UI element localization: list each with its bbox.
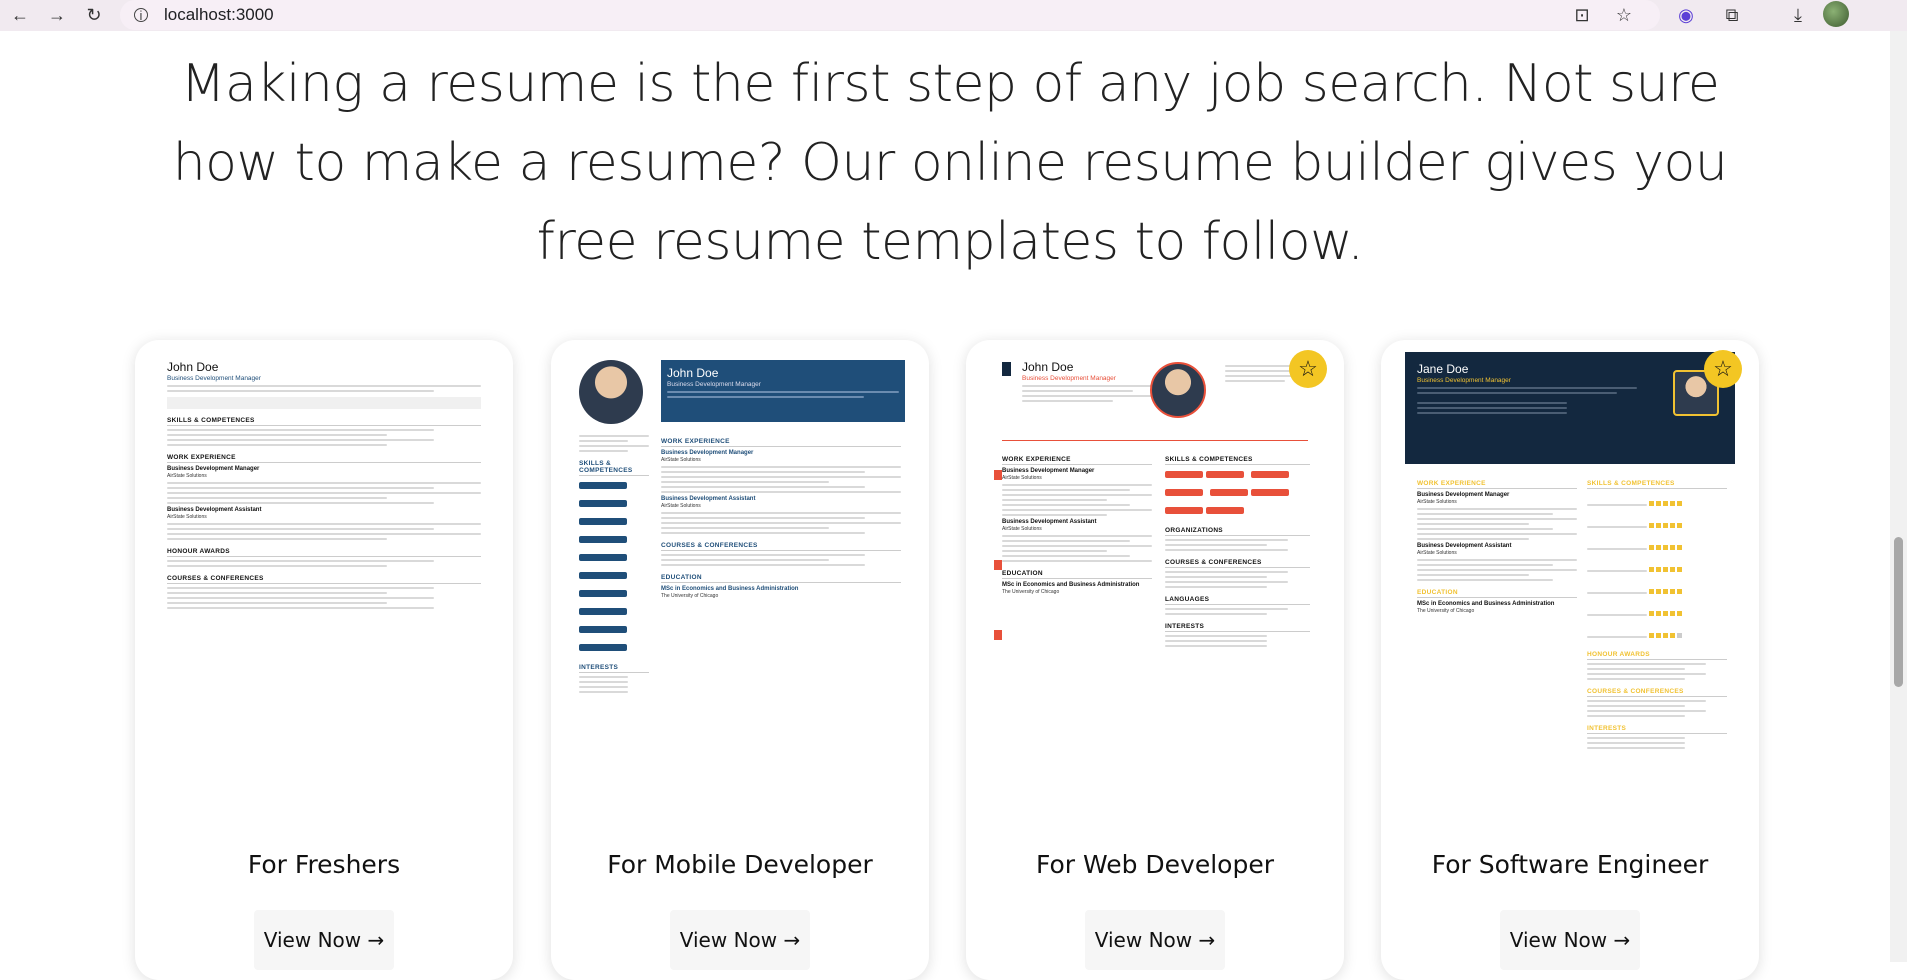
url-text[interactable]: localhost:3000 xyxy=(164,5,274,25)
resume-role: Business Development Manager xyxy=(667,381,761,388)
view-now-button[interactable]: View Now → xyxy=(254,910,394,970)
template-card-software-engineer[interactable]: Jane Doe Business Development Manager WO… xyxy=(1381,340,1759,980)
address-bar[interactable]: i localhost:3000 xyxy=(120,0,1660,30)
resume-job-title: Business Development Manager xyxy=(1417,492,1510,498)
resume-section-title: LANGUAGES xyxy=(1165,596,1310,605)
resume-section-title: SKILLS & COMPETENCES xyxy=(1165,456,1310,465)
resume-job-title: Business Development Manager xyxy=(1002,468,1095,474)
resume-preview[interactable]: Jane Doe Business Development Manager WO… xyxy=(1405,352,1735,822)
template-card-mobile-developer[interactable]: John Doe Business Development Manager SK… xyxy=(551,340,929,980)
resume-job-title: Business Development Assistant xyxy=(1002,519,1097,525)
resume-job-title: Business Development Assistant xyxy=(1417,543,1512,549)
resume-section-title: SKILLS & COMPETENCES xyxy=(1587,480,1727,489)
resume-school: The University of Chicago xyxy=(661,593,719,599)
resume-section-title: HONOUR AWARDS xyxy=(1587,651,1727,660)
bookmark-star-icon[interactable]: ☆ xyxy=(1613,4,1635,26)
view-now-button[interactable]: View Now → xyxy=(1500,910,1640,970)
card-title: For Software Engineer xyxy=(1431,850,1709,879)
resume-section-title: SKILLS & COMPETENCES xyxy=(167,417,481,426)
extensions-icon[interactable]: ⧉ xyxy=(1721,4,1743,26)
resume-section-title: ORGANIZATIONS xyxy=(1165,527,1310,536)
resume-company: AirState Solutions xyxy=(167,514,207,520)
resume-job-title: Business Development Assistant xyxy=(661,496,756,502)
resume-company: AirState Solutions xyxy=(1417,550,1457,556)
resume-school: The University of Chicago xyxy=(1002,589,1060,595)
resume-degree: MSc in Economics and Business Administra… xyxy=(661,586,799,592)
hero-text: Making a resume is the first step of any… xyxy=(172,54,1728,272)
resume-section-title: EDUCATION xyxy=(1417,589,1577,598)
forward-icon[interactable]: → xyxy=(47,5,67,25)
browser-toolbar: ← → ↻ i localhost:3000 ⊡ ☆ ◉ ⧉ ⤓ xyxy=(0,0,1907,31)
view-now-button[interactable]: View Now → xyxy=(1085,910,1225,970)
resume-section-title: HONOUR AWARDS xyxy=(167,548,481,557)
resume-section-title: WORK EXPERIENCE xyxy=(1002,456,1152,465)
resume-header-band: John Doe Business Development Manager xyxy=(661,360,905,422)
resume-degree: MSc in Economics and Business Administra… xyxy=(1417,601,1555,607)
resume-section-title: EDUCATION xyxy=(1002,570,1152,579)
resume-name: John Doe xyxy=(1022,360,1074,374)
resume-name: John Doe xyxy=(667,366,719,380)
resume-section-title: WORK EXPERIENCE xyxy=(661,438,901,447)
install-icon[interactable]: ⊡ xyxy=(1571,4,1593,26)
resume-section-title: WORK EXPERIENCE xyxy=(167,454,481,463)
resume-school: The University of Chicago xyxy=(1417,608,1475,614)
resume-section-title: INTERESTS xyxy=(1587,725,1727,734)
resume-photo xyxy=(1150,362,1206,418)
resume-company: AirState Solutions xyxy=(661,457,701,463)
featured-star-icon[interactable]: ☆ xyxy=(1704,350,1742,388)
resume-company: AirState Solutions xyxy=(661,503,701,509)
card-title: For Web Developer xyxy=(1035,850,1275,879)
resume-section-title: COURSES & CONFERENCES xyxy=(167,575,481,584)
resume-role: Business Development Manager xyxy=(1022,375,1116,382)
resume-preview[interactable]: John Doe Business Development Manager WO… xyxy=(990,352,1320,822)
resume-photo xyxy=(579,360,643,424)
resume-job-title: Business Development Assistant xyxy=(167,507,262,513)
card-title: For Mobile Developer xyxy=(607,850,873,879)
download-icon[interactable]: ⤓ xyxy=(1787,4,1809,26)
resume-section-title: COURSES & CONFERENCES xyxy=(1165,559,1310,568)
resume-section-title: EDUCATION xyxy=(661,574,901,583)
resume-job-title: Business Development Manager xyxy=(167,466,260,472)
resume-company: AirState Solutions xyxy=(167,473,207,479)
resume-company: AirState Solutions xyxy=(1417,499,1457,505)
template-card-freshers[interactable]: John Doe Business Development Manager SK… xyxy=(135,340,513,980)
resume-role: Business Development Manager xyxy=(167,375,261,382)
view-now-button[interactable]: View Now → xyxy=(670,910,810,970)
resume-section-title: COURSES & CONFERENCES xyxy=(661,542,901,551)
reload-icon[interactable]: ↻ xyxy=(84,5,104,25)
resume-section-title: COURSES & CONFERENCES xyxy=(1587,688,1727,697)
template-card-web-developer[interactable]: John Doe Business Development Manager WO… xyxy=(966,340,1344,980)
featured-star-icon[interactable]: ☆ xyxy=(1289,350,1327,388)
resume-section-title: INTERESTS xyxy=(1165,623,1310,632)
resume-section-title: SKILLS & COMPETENCES xyxy=(579,460,649,476)
resume-section-title: WORK EXPERIENCE xyxy=(1417,480,1577,489)
resume-preview[interactable]: John Doe Business Development Manager SK… xyxy=(159,352,489,822)
resume-name: John Doe xyxy=(167,360,219,374)
profile-avatar[interactable] xyxy=(1823,1,1849,27)
resume-job-title: Business Development Manager xyxy=(661,450,754,456)
resume-preview[interactable]: John Doe Business Development Manager SK… xyxy=(575,352,905,822)
card-title: For Freshers xyxy=(247,850,401,879)
resume-degree: MSc in Economics and Business Administra… xyxy=(1002,582,1140,588)
site-info-icon[interactable]: i xyxy=(134,8,148,23)
back-icon[interactable]: ← xyxy=(10,5,30,25)
resume-company: AirState Solutions xyxy=(1002,526,1042,532)
resume-section-title: INTERESTS xyxy=(579,664,649,673)
extension-face-icon[interactable]: ◉ xyxy=(1675,4,1697,26)
scrollbar-track[interactable] xyxy=(1890,31,1907,962)
resume-company: AirState Solutions xyxy=(1002,475,1042,481)
scrollbar-thumb[interactable] xyxy=(1894,537,1903,687)
